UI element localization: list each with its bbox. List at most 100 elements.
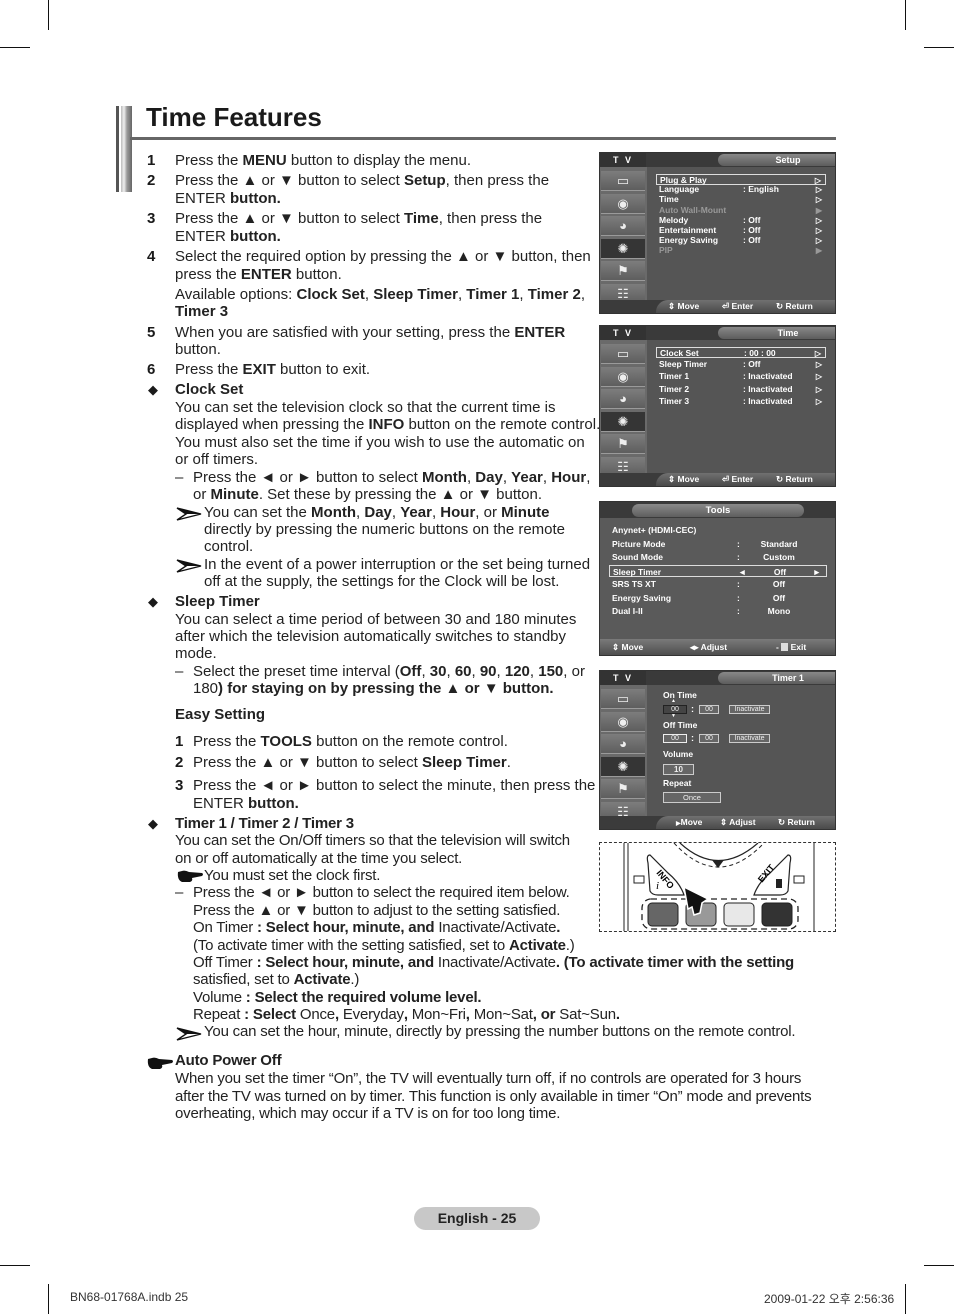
item-separator: :	[737, 538, 740, 549]
osd-title: Time	[718, 327, 835, 339]
repeat-label: Repeat	[663, 778, 692, 788]
note-text: In the event of a power interruption or …	[204, 556, 591, 573]
off-timer-text: Off Timer : Select hour, minute, and Ina…	[193, 954, 795, 971]
off-minute-field[interactable]: 00	[699, 734, 719, 743]
updown-icon: ⇕	[720, 817, 728, 827]
osd-menu-item[interactable]: Sleep Timer: Off ▷	[656, 359, 826, 370]
osd-side-input[interactable]: ⚑	[601, 434, 645, 454]
item-label: Sound Mode	[612, 552, 663, 562]
footer-return: ↻ Return	[776, 474, 813, 484]
osd-side-setup[interactable]: ✺	[601, 238, 645, 259]
crop-mark	[48, 0, 49, 30]
osd-side-input[interactable]: ⚑	[601, 261, 645, 281]
channel-icon: ◕	[619, 391, 627, 406]
step-5-text: button.	[175, 341, 221, 358]
item-value: : Inactivated	[743, 383, 793, 394]
item-separator: :	[737, 592, 740, 603]
osd-titlebar: Setup	[646, 153, 835, 167]
osd-side-sound[interactable]: ◉	[601, 366, 645, 387]
crop-mark	[48, 1284, 49, 1314]
sound-icon: ◉	[617, 368, 629, 384]
osd-side-picture[interactable]: ▭	[601, 171, 645, 191]
note-text: You can set the Month, Day, Year, Hour, …	[204, 504, 550, 521]
off-hour-field[interactable]: 00	[663, 734, 687, 743]
tools-menu-item[interactable]: Sound Mode: Custom	[609, 551, 827, 563]
easy-step-text: Press the TOOLS button on the remote con…	[193, 733, 508, 750]
item-value: : Off	[743, 359, 761, 370]
tools-menu-item[interactable]: Anynet+ (HDMI-CEC)	[609, 524, 827, 536]
repeat-field[interactable]: Once	[663, 792, 721, 803]
body-text: You can set the television clock so that…	[175, 399, 556, 416]
submenu-arrow-icon: ▷	[815, 396, 822, 406]
header-decor-bar	[116, 106, 132, 192]
input-icon: ⚑	[617, 263, 629, 278]
item-value: : Inactivated	[743, 371, 793, 382]
note-arrow-icon	[176, 1027, 202, 1041]
item-value: : Inactivated	[743, 395, 793, 406]
tools-menu-item[interactable]: Sleep Timer ◄ Off ►	[609, 564, 827, 578]
osd-side-setup[interactable]: ✺	[601, 756, 645, 777]
item-separator: :	[737, 552, 740, 562]
picture-icon: ▭	[616, 173, 630, 188]
tools-menu-item[interactable]: SRS TS XT: Off	[609, 578, 827, 590]
tools-menu-item[interactable]: Dual I-II: Mono	[609, 605, 827, 617]
item-value: : 00 : 00	[744, 348, 776, 358]
dash-text: Press the ▲ or ▼ button to adjust to the…	[193, 902, 561, 919]
osd-menu-item[interactable]: PIP ▶	[656, 245, 826, 256]
footer-exit: - Exit	[776, 642, 807, 652]
osd-footer: ⇕ Move ◂▸ Adjust - Exit	[600, 639, 835, 655]
osd-setup-menu: T V Setup ▭ ◉ ◕ ✺ ⚑ ☷ Plug & Play ▷ Language: E…	[599, 152, 836, 314]
note-arrow-icon	[176, 559, 202, 573]
osd-menu-item[interactable]: Timer 1: Inactivated ▷	[656, 371, 826, 382]
right-arrow-icon[interactable]: ►	[813, 566, 821, 578]
body-text: When you set the timer “On”, the TV will…	[175, 1070, 802, 1087]
osd-side-sound[interactable]: ◉	[601, 193, 645, 214]
input-icon: ⚑	[617, 781, 629, 796]
osd-side-input[interactable]: ⚑	[601, 779, 645, 799]
body-text: You can set the On/Off timers so that th…	[175, 832, 570, 849]
title-divider	[130, 137, 836, 140]
osd-menu-item[interactable]: Timer 3 : Inactivated ▷	[656, 396, 826, 407]
osd-side-channel[interactable]: ◕	[601, 734, 645, 754]
available-options: Timer 3	[175, 303, 229, 320]
remote-illustration: INFO i EXIT	[599, 842, 836, 932]
osd-tv-label: T V	[600, 671, 646, 685]
setup-icon: ✺	[617, 413, 629, 429]
osd-side-setup[interactable]: ✺	[601, 411, 645, 432]
item-value: Standard	[760, 538, 798, 549]
item-label: Timer 3	[659, 395, 690, 406]
dash-text: 180) for staying on by pressing the ▲ or…	[193, 680, 554, 697]
step-2-text: ENTER button.	[175, 190, 281, 207]
osd-side-picture[interactable]: ▭	[601, 689, 645, 709]
off-state-field[interactable]: Inactivate	[729, 734, 770, 743]
footer-return: ↻ Return	[776, 301, 813, 311]
osd-side-channel[interactable]: ◕	[601, 216, 645, 236]
osd-menu-item[interactable]: Timer 2: Inactivated ▷	[656, 384, 826, 395]
step-number: 1	[175, 733, 184, 750]
footer-move: ⇕ Move	[612, 642, 644, 652]
osd-side-picture[interactable]: ▭	[601, 344, 645, 364]
application-icon: ☷	[617, 458, 629, 474]
page-number-badge: English - 25	[414, 1207, 540, 1230]
submenu-arrow-icon: ▶	[815, 246, 822, 256]
step-3-text: Press the ▲ or ▼ button to select Time, …	[175, 210, 543, 227]
application-icon: ☷	[617, 285, 629, 301]
note-text: off at the supply, the settings for the …	[204, 573, 560, 590]
osd-menu-item[interactable]: Clock Set: 00 : 00 ▷	[656, 347, 826, 358]
osd-title: Timer 1	[718, 672, 835, 684]
on-minute-field[interactable]: 00	[699, 705, 719, 714]
item-value: Mono	[767, 606, 791, 616]
osd-side-channel[interactable]: ◕	[601, 389, 645, 409]
osd-side-sound[interactable]: ◉	[601, 711, 645, 732]
osd-content: Clock Set: 00 : 00 ▷ Sleep Timer: Off ▷ Time…	[647, 340, 835, 474]
item-separator: :	[737, 606, 740, 616]
osd-content: Plug & Play ▷ Language: English ▷ Time ▷ Auto …	[647, 167, 835, 301]
updown-icon: ⇕	[668, 474, 676, 484]
body-text: mode.	[175, 645, 217, 662]
tools-menu-item[interactable]: Energy Saving: Off	[609, 592, 827, 604]
easy-step-text: Press the ◄ or ► button to select the mi…	[193, 777, 596, 794]
on-state-field[interactable]: Inactivate	[729, 705, 770, 714]
step-6-text: Press the EXIT button to exit.	[175, 361, 371, 378]
volume-field[interactable]: 10	[663, 764, 694, 775]
tools-menu-item[interactable]: Picture Mode: Standard	[609, 538, 827, 550]
